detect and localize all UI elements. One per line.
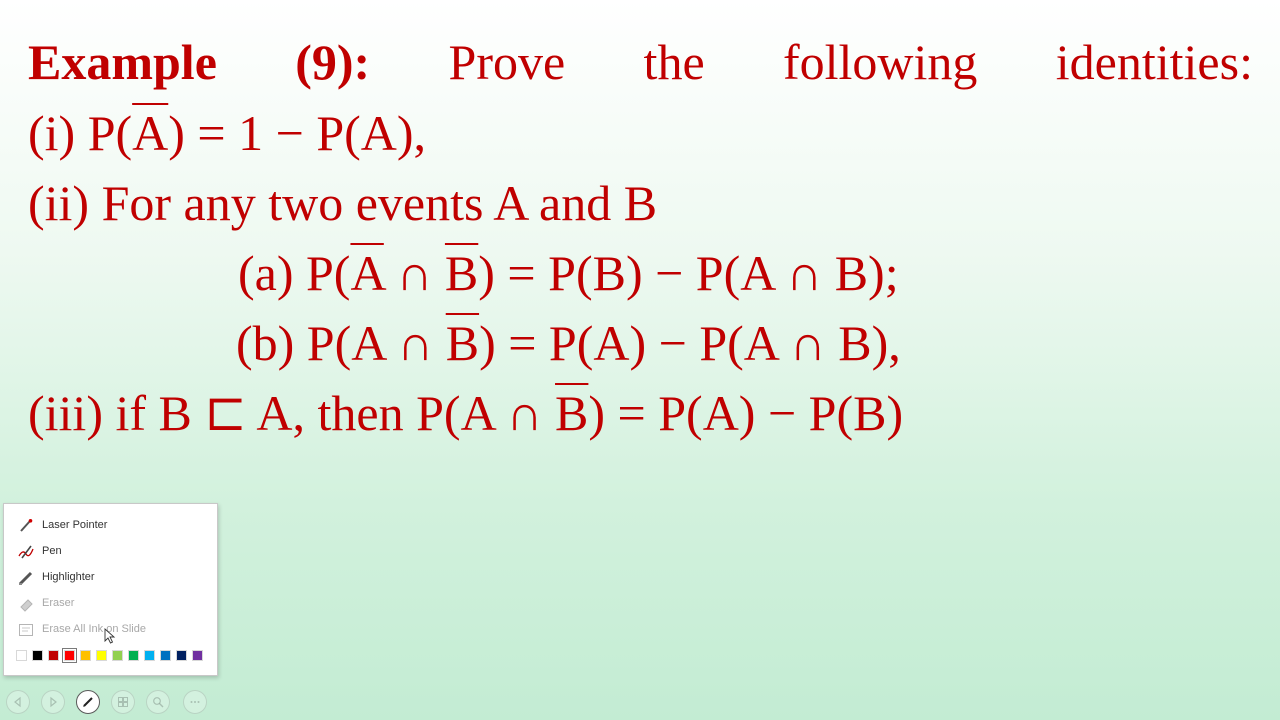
identity-i: (i) P(A) = 1 − P(A), xyxy=(28,103,426,163)
title-word-4: identities: xyxy=(1055,34,1253,90)
color-swatch[interactable] xyxy=(16,650,27,661)
identity-ii-a-part-a: (a) P( xyxy=(238,245,351,301)
mouse-cursor-icon xyxy=(104,628,116,644)
color-swatch[interactable] xyxy=(160,650,171,661)
menu-item-label: Pen xyxy=(42,545,62,557)
see-all-slides-icon xyxy=(118,697,128,707)
identity-iii-part-a: (iii) if B ⊏ A, then P(A ∩ xyxy=(28,385,556,441)
slide-title: Example (9): Prove the following identit… xyxy=(28,32,1253,92)
complement-a: A xyxy=(132,105,169,161)
identity-ii-intro: (ii) For any two events A and B xyxy=(28,175,658,231)
more-options-icon xyxy=(190,701,200,703)
color-swatch[interactable] xyxy=(192,650,203,661)
identity-i-part-c: ) = 1 − P(A), xyxy=(168,105,427,161)
menu-item-label: Highlighter xyxy=(42,571,95,583)
pen-tools-button[interactable] xyxy=(76,690,100,714)
ink-color-palette xyxy=(16,648,203,663)
previous-slide-button[interactable] xyxy=(6,690,30,714)
zoom-icon xyxy=(153,697,164,708)
title-label: Example xyxy=(28,34,217,90)
title-word-2: the xyxy=(643,34,705,90)
pen-tools-menu: Laser Pointer Pen Highlighter Eraser Era… xyxy=(3,503,218,676)
menu-item-label: Eraser xyxy=(42,597,75,609)
identity-ii-a: (a) P(A ∩ B) = P(B) − P(A ∩ B); xyxy=(238,243,899,303)
complement-a: A xyxy=(350,245,384,301)
identity-ii-b-part-c: ) = P(A) − P(A ∩ B), xyxy=(479,315,901,371)
pen-icon xyxy=(18,545,34,559)
laser-pointer-icon xyxy=(20,519,33,532)
pen-tools-icon xyxy=(83,697,93,707)
identity-ii-b: (b) P(A ∩ B) = P(A) − P(A ∩ B), xyxy=(236,313,901,373)
identity-ii-a-part-e: ) = P(B) − P(A ∩ B); xyxy=(478,245,899,301)
title-label-group: Example xyxy=(28,32,217,92)
color-swatch[interactable] xyxy=(144,650,155,661)
title-number: (9): xyxy=(295,34,371,90)
intersection-symbol: ∩ xyxy=(383,245,445,301)
color-swatch[interactable] xyxy=(96,650,107,661)
menu-item-pen[interactable]: Pen xyxy=(4,540,217,564)
identity-ii-b-part-a: (b) P(A ∩ xyxy=(236,315,446,371)
color-swatch[interactable] xyxy=(128,650,139,661)
highlighter-icon xyxy=(18,571,33,586)
erase-all-icon xyxy=(19,624,33,636)
color-swatch[interactable] xyxy=(176,650,187,661)
see-all-slides-button[interactable] xyxy=(111,690,135,714)
eraser-icon xyxy=(20,599,33,612)
menu-item-highlighter[interactable]: Highlighter xyxy=(4,566,217,590)
color-swatch[interactable] xyxy=(80,650,91,661)
more-options-button[interactable] xyxy=(183,690,207,714)
title-word-1: Prove xyxy=(448,34,566,90)
complement-b: B xyxy=(555,385,589,441)
menu-item-eraser[interactable]: Eraser xyxy=(4,592,217,616)
zoom-button[interactable] xyxy=(146,690,170,714)
color-swatch[interactable] xyxy=(112,650,123,661)
next-slide-button[interactable] xyxy=(41,690,65,714)
color-swatch[interactable] xyxy=(48,650,59,661)
menu-item-laser-pointer[interactable]: Laser Pointer xyxy=(4,514,217,538)
complement-b: B xyxy=(445,315,480,371)
identity-i-part-a: (i) P( xyxy=(28,105,133,161)
color-swatch[interactable] xyxy=(32,650,43,661)
next-slide-icon xyxy=(50,696,57,708)
color-swatch[interactable] xyxy=(62,648,77,663)
menu-item-label: Erase All Ink on Slide xyxy=(42,623,146,635)
title-word-3: following xyxy=(782,34,978,90)
previous-slide-icon xyxy=(14,696,21,708)
menu-item-label: Laser Pointer xyxy=(42,519,108,531)
identity-iii: (iii) if B ⊏ A, then P(A ∩ B) = P(A) − P… xyxy=(28,383,903,443)
complement-b: B xyxy=(444,245,479,301)
identity-iii-part-c: ) = P(A) − P(B) xyxy=(588,385,904,441)
